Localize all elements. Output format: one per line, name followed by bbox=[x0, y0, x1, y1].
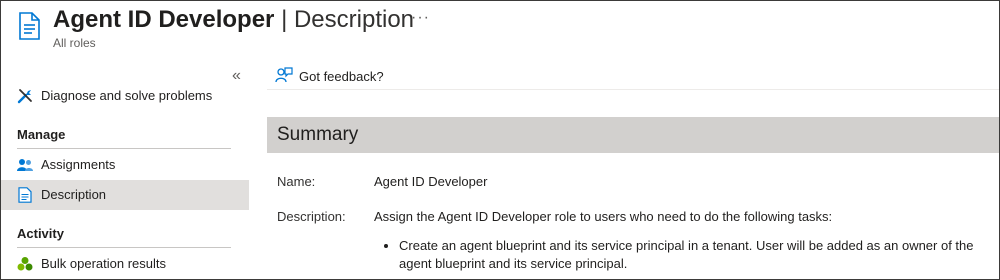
title-separator: | bbox=[281, 6, 288, 33]
name-value: Agent ID Developer bbox=[374, 174, 488, 189]
feedback-label: Got feedback? bbox=[299, 68, 384, 84]
sidebar-item-label: Description bbox=[41, 187, 107, 202]
breadcrumb[interactable]: All roles bbox=[53, 36, 96, 50]
page-title: Agent ID Developer | Description bbox=[53, 6, 414, 34]
bulk-operation-icon bbox=[17, 257, 33, 271]
sidebar-item-label: Assignments bbox=[41, 157, 116, 172]
feedback-icon bbox=[275, 67, 293, 83]
description-label: Description: bbox=[277, 209, 346, 224]
sidebar-item-label: Diagnose and solve problems bbox=[41, 88, 213, 103]
section-header-manage: Manage bbox=[17, 127, 66, 142]
description-bullet-list: Create an agent blueprint and its servic… bbox=[385, 237, 999, 273]
app-frame: Agent ID Developer | Description ··· All… bbox=[0, 0, 1000, 280]
section-divider bbox=[17, 247, 231, 248]
description-value: Assign the Agent ID Developer role to us… bbox=[374, 209, 833, 224]
sidebar-item-label: Bulk operation results bbox=[41, 256, 167, 271]
summary-title: Summary bbox=[277, 124, 359, 145]
more-options-button[interactable]: ··· bbox=[411, 9, 430, 27]
toolbar-divider bbox=[267, 89, 999, 90]
feedback-button[interactable]: Got feedback? bbox=[275, 67, 384, 85]
users-icon bbox=[17, 159, 33, 171]
name-label: Name: bbox=[277, 174, 316, 189]
document-icon bbox=[18, 187, 32, 203]
section-header-activity: Activity bbox=[17, 226, 64, 241]
section-divider bbox=[17, 148, 231, 149]
document-icon bbox=[19, 12, 40, 40]
summary-section-header: Summary bbox=[267, 117, 999, 153]
list-item: Create an agent blueprint and its servic… bbox=[399, 237, 999, 273]
page-title-section: Description bbox=[293, 6, 415, 33]
sidebar-item-bulk-operation-results[interactable]: Bulk operation results bbox=[1, 249, 249, 279]
sidebar-item-description[interactable]: Description bbox=[1, 180, 249, 210]
page-title-name: Agent ID Developer bbox=[53, 6, 275, 33]
wrench-icon bbox=[17, 89, 32, 104]
sidebar-item-diagnose[interactable]: Diagnose and solve problems bbox=[1, 81, 249, 111]
sidebar-item-assignments[interactable]: Assignments bbox=[1, 150, 249, 180]
